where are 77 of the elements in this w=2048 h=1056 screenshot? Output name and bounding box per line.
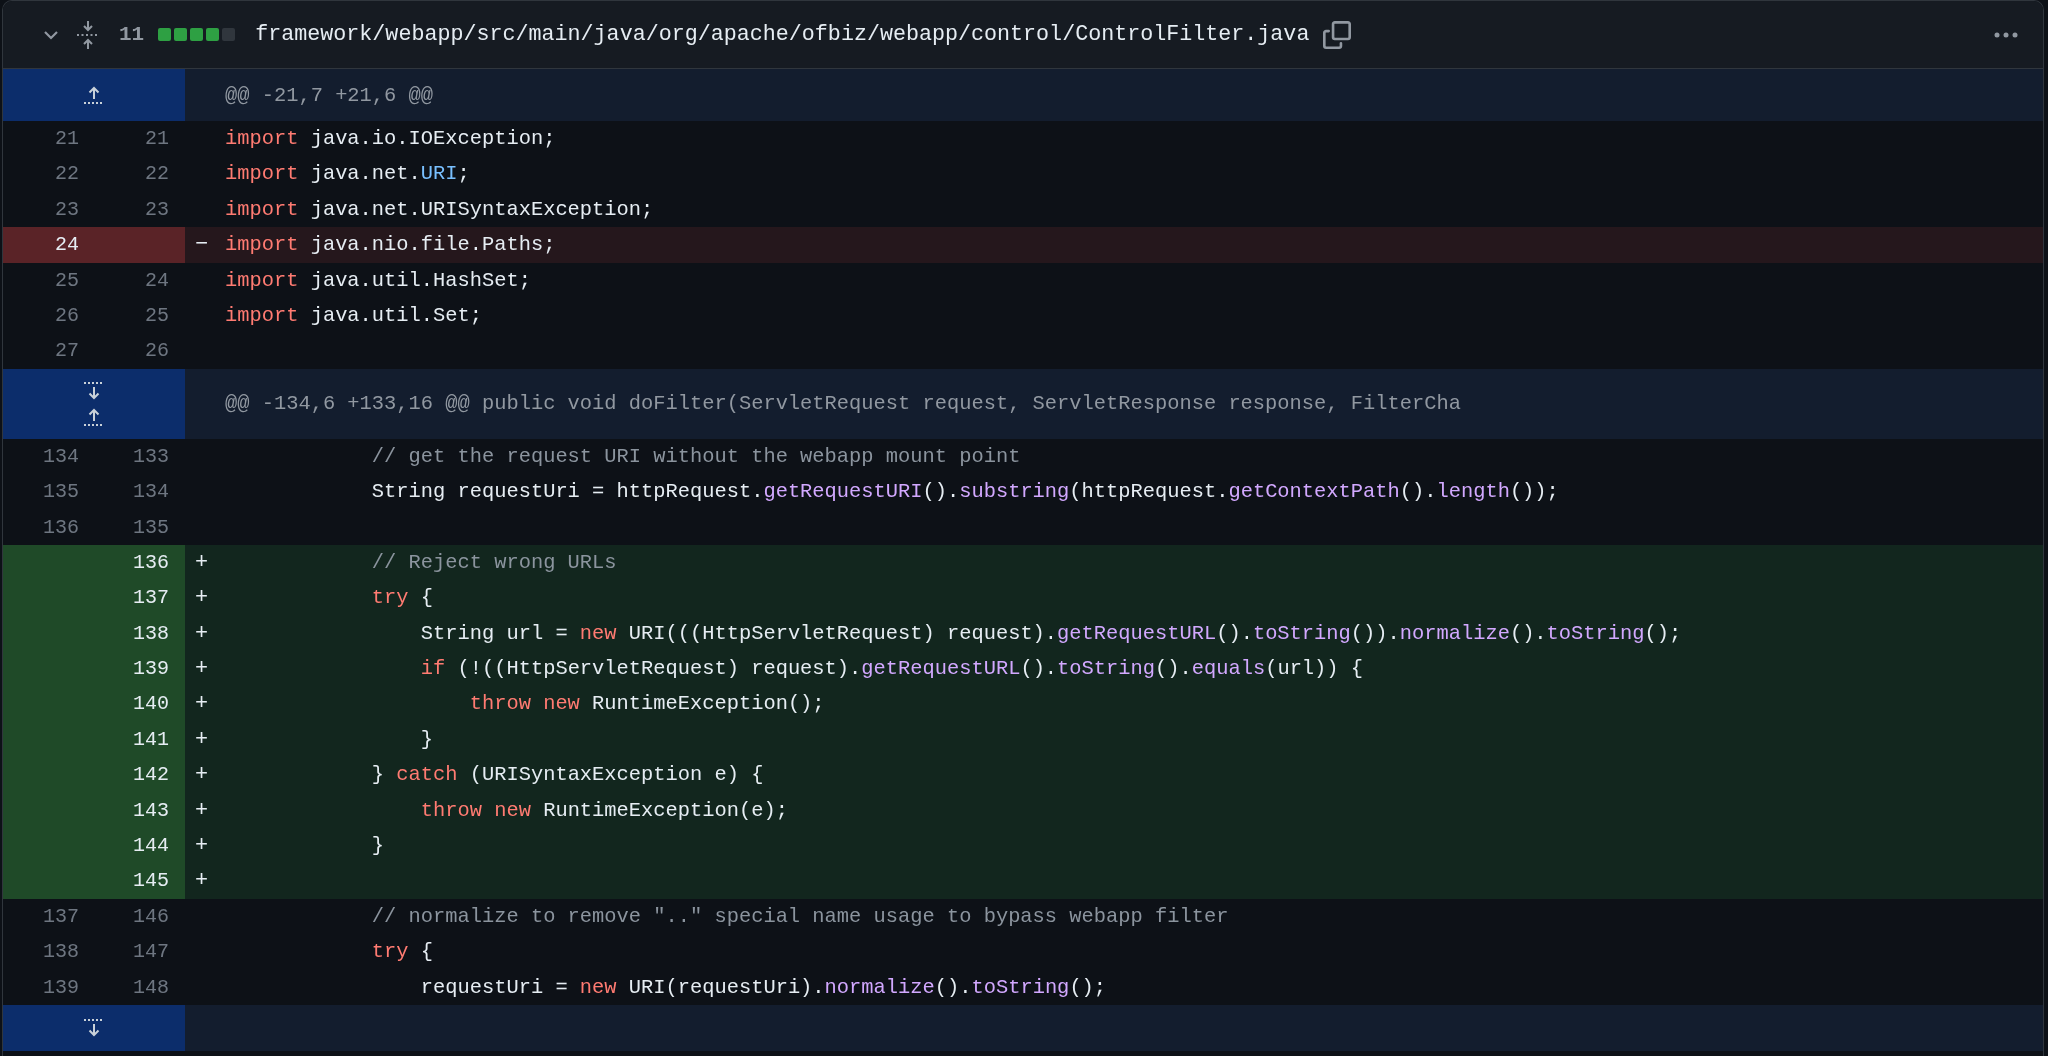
more-options-icon[interactable] bbox=[1993, 30, 2019, 39]
hunk-header: @@ -134,6 +133,16 @@ public void doFilter(ServletRequest request, ServletResponse response, FilterCha bbox=[225, 392, 1461, 416]
change-count: 11 bbox=[119, 23, 145, 46]
file-path: framework/webapp/src/main/java/org/apache/ofbiz/webapp/control/ControlFilter.java bbox=[255, 22, 1310, 47]
line-number: 23 bbox=[54, 196, 80, 223]
diff-marker: + bbox=[194, 832, 209, 861]
diff-marker: + bbox=[194, 548, 209, 577]
code-line: import java.nio.file.Paths; bbox=[225, 232, 556, 259]
code-line: import java.net.URI; bbox=[225, 161, 470, 188]
line-number: 140 bbox=[95, 686, 185, 722]
line-number: 137 bbox=[42, 903, 80, 930]
line-number: 24 bbox=[3, 227, 95, 263]
code-line: String url = new URI(((HttpServletRequest) request).getRequestURL().toString()).normalize().toString(); bbox=[419, 620, 1682, 647]
line-number: 26 bbox=[144, 338, 170, 365]
line-number: 136 bbox=[42, 514, 80, 541]
code-line: } bbox=[370, 833, 385, 860]
line-number: 135 bbox=[132, 514, 170, 541]
line-number: 21 bbox=[54, 126, 80, 152]
line-number: 22 bbox=[144, 161, 170, 188]
line-number: 26 bbox=[54, 302, 80, 329]
code-line: if (!((HttpServletRequest) request).getRequestURL().toString().equals(url)) { bbox=[419, 656, 1364, 683]
code-line: import java.util.Set; bbox=[225, 302, 482, 329]
code-line: try { bbox=[370, 585, 434, 612]
line-number: 25 bbox=[144, 302, 170, 329]
line-number: 27 bbox=[54, 338, 80, 365]
line-number: 25 bbox=[54, 267, 80, 294]
line-number: 148 bbox=[132, 974, 170, 1001]
line-number: 22 bbox=[54, 161, 80, 188]
line-number: 138 bbox=[95, 615, 185, 652]
code-line: requestUri = new URI(requestUri).normalize().toString(); bbox=[419, 974, 1107, 1001]
diff-marker: + bbox=[194, 655, 209, 684]
line-number: 24 bbox=[144, 267, 170, 294]
diff-marker: + bbox=[194, 867, 209, 896]
line-number: 134 bbox=[132, 479, 170, 506]
diff-marker: + bbox=[194, 619, 209, 648]
line-number: 134 bbox=[42, 443, 80, 470]
line-number: 144 bbox=[95, 828, 185, 864]
diff-marker: + bbox=[194, 690, 209, 719]
copy-icon[interactable] bbox=[1323, 20, 1352, 49]
diff-marker: + bbox=[194, 796, 209, 825]
line-number: 136 bbox=[95, 544, 185, 581]
line-number: 23 bbox=[144, 196, 170, 223]
line-number: 143 bbox=[95, 792, 185, 829]
diffstat-square bbox=[158, 28, 172, 41]
diffstat-square bbox=[190, 28, 204, 41]
line-number: 21 bbox=[144, 126, 170, 152]
code-line: try { bbox=[370, 939, 434, 966]
line-number: 138 bbox=[42, 939, 80, 966]
code-line: // normalize to remove ".." special name usage to bypass webapp filter bbox=[370, 903, 1229, 930]
code-line: } catch (URISyntaxException e) { bbox=[370, 762, 764, 789]
code-line: import java.io.IOException; bbox=[225, 126, 556, 152]
code-line: // get the request URI without the webapp mount point bbox=[370, 443, 1021, 470]
line-number: 135 bbox=[42, 479, 80, 506]
code-line: import java.net.URISyntaxException; bbox=[225, 196, 654, 223]
diff-marker: + bbox=[194, 725, 209, 754]
line-number: 133 bbox=[132, 443, 170, 470]
line-number: 139 bbox=[42, 974, 80, 1001]
line-number: 147 bbox=[132, 939, 170, 966]
hunk-header: @@ -21,7 +21,6 @@ bbox=[225, 83, 434, 107]
code-line: String requestUri = httpRequest.getRequestURI().substring(httpRequest.getContextPath().length()); bbox=[370, 479, 1559, 506]
diffstat-square bbox=[174, 28, 188, 41]
diffstat-square bbox=[222, 28, 236, 41]
code-line: // Reject wrong URLs bbox=[370, 549, 617, 576]
line-number: 141 bbox=[95, 721, 185, 758]
diff-marker: + bbox=[194, 761, 209, 790]
line-number: 145 bbox=[95, 863, 185, 899]
diffstat-square bbox=[206, 28, 220, 41]
line-number: 139 bbox=[95, 651, 185, 687]
line-number: 142 bbox=[95, 757, 185, 793]
diff-marker: + bbox=[194, 584, 209, 613]
line-number: 137 bbox=[95, 580, 185, 616]
line-number: 146 bbox=[132, 903, 170, 930]
code-line: throw new RuntimeException(e); bbox=[419, 797, 788, 824]
code-line: import java.util.HashSet; bbox=[225, 267, 531, 294]
diff-marker: − bbox=[194, 231, 209, 260]
code-line: } bbox=[419, 726, 434, 753]
code-line: throw new RuntimeException(); bbox=[468, 691, 825, 718]
